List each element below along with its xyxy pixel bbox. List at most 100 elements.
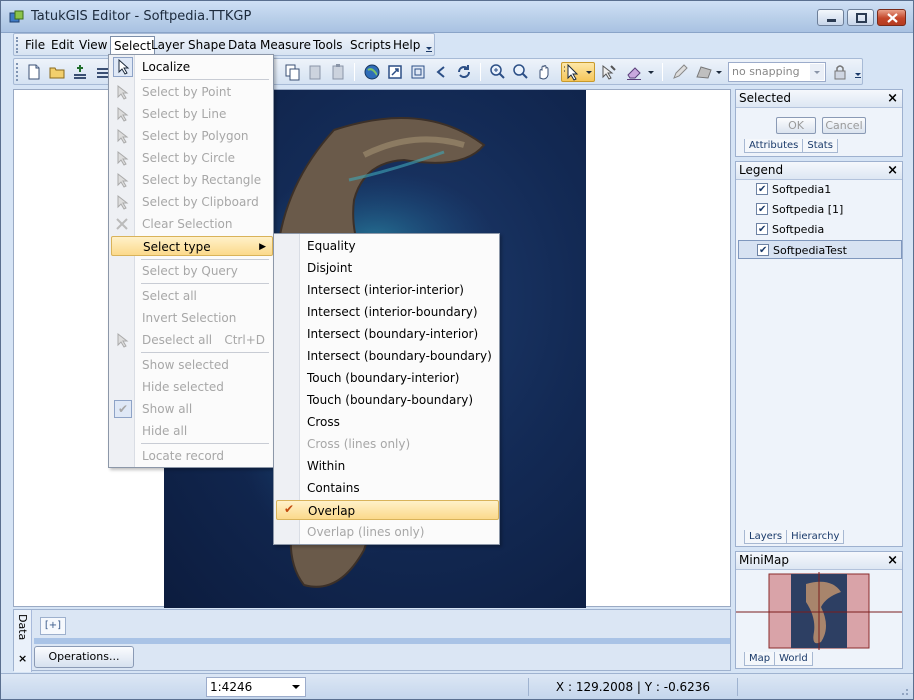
submenu-item-intersect-ii[interactable]: Intersect (interior-interior): [276, 280, 499, 300]
lock-icon[interactable]: [830, 62, 850, 82]
menu-item-deselect-all[interactable]: Deselect all Ctrl+D: [111, 330, 273, 350]
menu-item-select-by-circle[interactable]: Select by Circle: [111, 148, 273, 168]
pencil-icon[interactable]: [670, 62, 690, 82]
menu-help[interactable]: Help: [390, 36, 423, 54]
menu-shape[interactable]: Shape: [185, 36, 229, 54]
tab-hierarchy[interactable]: Hierarchy: [786, 530, 845, 544]
menu-item-locate-record[interactable]: Locate record: [111, 446, 273, 466]
menu-item-select-by-polygon[interactable]: Select by Polygon: [111, 126, 273, 146]
dropdown-arrow-icon[interactable]: [646, 62, 656, 82]
menu-scripts[interactable]: Scripts: [347, 36, 394, 54]
layer-checkbox[interactable]: [756, 180, 768, 199]
cancel-button[interactable]: Cancel: [822, 117, 866, 134]
add-tab-button[interactable]: [+]: [40, 617, 66, 635]
tab-layers[interactable]: Layers: [744, 530, 788, 544]
new-icon[interactable]: [24, 62, 44, 82]
dropdown-arrow-icon[interactable]: [714, 62, 724, 82]
eraser-icon[interactable]: [624, 62, 644, 82]
submenu-item-cross-lines[interactable]: Cross (lines only): [276, 434, 499, 454]
back-icon[interactable]: [431, 62, 451, 82]
scale-select[interactable]: 1:4246: [206, 677, 306, 697]
legend-layer[interactable]: Softpedia1: [738, 180, 902, 199]
ok-button[interactable]: OK: [776, 117, 816, 134]
menu-item-select-by-point[interactable]: Select by Point: [111, 82, 273, 102]
edit-vertices-icon[interactable]: [599, 62, 619, 82]
title-bar[interactable]: TatukGIS Editor - Softpedia.TTKGP: [1, 1, 913, 33]
open-icon[interactable]: [47, 62, 67, 82]
menubar-grip[interactable]: [16, 37, 19, 53]
legend-layer-selected[interactable]: SoftpediaTest: [738, 240, 902, 260]
submenu-item-touch-bi[interactable]: Touch (boundary-interior): [276, 368, 499, 388]
snapping-select[interactable]: no snapping: [728, 62, 826, 82]
maximize-button[interactable]: [847, 9, 874, 26]
paste-disabled-icon[interactable]: [305, 62, 325, 82]
submenu-item-cross[interactable]: Cross: [276, 412, 499, 432]
minimize-button[interactable]: [817, 9, 844, 26]
paste-icon[interactable]: [328, 62, 348, 82]
submenu-item-overlap[interactable]: ✔ Overlap: [276, 500, 499, 520]
operations-button[interactable]: Operations...: [34, 646, 134, 668]
zoom-icon[interactable]: [511, 62, 531, 82]
menu-view[interactable]: View: [76, 36, 110, 54]
globe-icon[interactable]: [362, 62, 382, 82]
layer-checkbox[interactable]: [756, 220, 768, 239]
submenu-item-intersect-bb[interactable]: Intersect (boundary-boundary): [276, 346, 499, 366]
tab-world[interactable]: World: [774, 652, 813, 666]
add-layer-icon[interactable]: [70, 62, 90, 82]
menu-measure[interactable]: Measure: [257, 36, 314, 54]
refresh-icon[interactable]: [454, 62, 474, 82]
toolbar-overflow-icon[interactable]: [854, 67, 862, 79]
submenu-item-equality[interactable]: Equality: [276, 236, 499, 256]
menu-item-localize[interactable]: Localize: [111, 57, 273, 77]
menu-file[interactable]: File: [22, 36, 48, 54]
menu-data[interactable]: Data: [225, 36, 260, 54]
menu-item-invert-selection[interactable]: Invert Selection: [111, 308, 273, 328]
menu-item-hide-selected[interactable]: Hide selected: [111, 377, 273, 397]
submenu-item-intersect-ib[interactable]: Intersect (interior-boundary): [276, 302, 499, 322]
copy-icon[interactable]: [282, 62, 302, 82]
menu-item-select-by-rectangle[interactable]: Select by Rectangle: [111, 170, 273, 190]
menu-tools[interactable]: Tools: [310, 36, 346, 54]
layer-checkbox[interactable]: [757, 241, 769, 260]
tab-attributes[interactable]: Attributes: [744, 139, 804, 153]
close-button[interactable]: [877, 9, 906, 26]
layer-name: Softpedia1: [772, 183, 832, 196]
zoom-extent-icon[interactable]: [408, 62, 428, 82]
legend-layer[interactable]: Softpedia: [738, 220, 902, 239]
menu-item-show-selected[interactable]: Show selected: [111, 355, 273, 375]
menu-layer[interactable]: Layer: [148, 36, 187, 54]
submenu-item-overlap-lines[interactable]: Overlap (lines only): [276, 522, 499, 542]
submenu-item-intersect-bi[interactable]: Intersect (boundary-interior): [276, 324, 499, 344]
toolbar-grip[interactable]: [16, 63, 19, 81]
menu-item-clear-selection[interactable]: Clear Selection: [111, 214, 273, 234]
submenu-item-within[interactable]: Within: [276, 456, 499, 476]
menu-item-select-all[interactable]: Select all: [111, 286, 273, 306]
menu-item-select-type[interactable]: Select type ▶: [111, 236, 273, 256]
full-extent-icon[interactable]: [385, 62, 405, 82]
close-icon[interactable]: ×: [887, 162, 898, 179]
pan-hand-icon[interactable]: [534, 62, 554, 82]
menu-item-select-by-line[interactable]: Select by Line: [111, 104, 273, 124]
minimap-view[interactable]: [736, 572, 902, 650]
resize-grip-icon[interactable]: [897, 684, 909, 696]
menu-item-show-all[interactable]: ✔ Show all: [111, 399, 273, 419]
polygon-tool-icon[interactable]: [694, 62, 714, 82]
menubar-overflow-icon[interactable]: [425, 41, 433, 53]
menu-item-select-by-query[interactable]: Select by Query: [111, 261, 273, 281]
menu-item-select-by-clipboard[interactable]: Select by Clipboard: [111, 192, 273, 212]
select-tool-button[interactable]: [561, 62, 595, 82]
layer-checkbox[interactable]: [756, 200, 768, 219]
close-icon[interactable]: ×: [887, 552, 898, 569]
tab-map[interactable]: Map: [744, 652, 776, 666]
zoom-in-icon[interactable]: [488, 62, 508, 82]
legend-layer[interactable]: Softpedia [1]: [738, 200, 902, 219]
tab-stats[interactable]: Stats: [802, 139, 838, 153]
submenu-item-touch-bb[interactable]: Touch (boundary-boundary): [276, 390, 499, 410]
menu-item-hide-all[interactable]: Hide all: [111, 421, 273, 441]
data-side-tab[interactable]: Data ×: [14, 610, 32, 672]
close-icon[interactable]: ×: [18, 652, 27, 665]
submenu-item-disjoint[interactable]: Disjoint: [276, 258, 499, 278]
submenu-item-contains[interactable]: Contains: [276, 478, 499, 498]
menu-edit[interactable]: Edit: [48, 36, 77, 54]
close-icon[interactable]: ×: [887, 90, 898, 107]
